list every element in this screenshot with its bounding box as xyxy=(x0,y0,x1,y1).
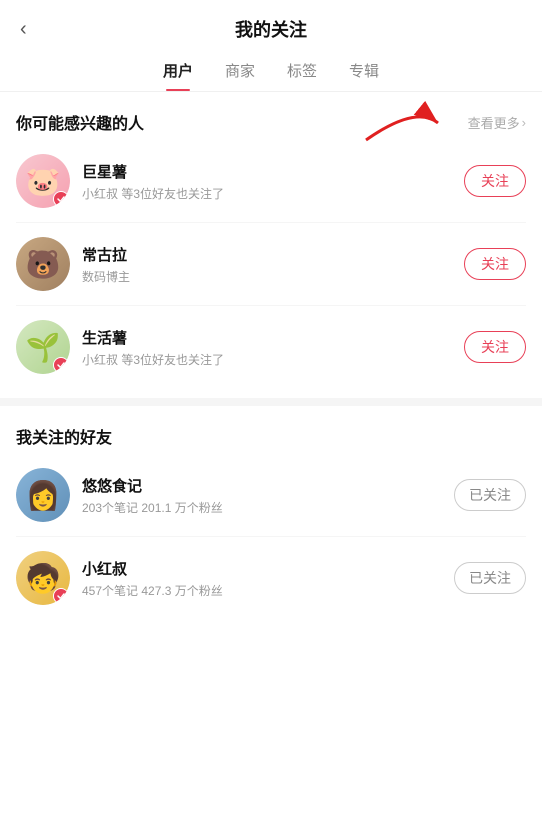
suggested-section-header: 你可能感兴趣的人 查看更多 › xyxy=(16,110,526,134)
tab-merchants[interactable]: 商家 xyxy=(225,60,255,91)
following-section-header: 我关注的好友 xyxy=(16,424,526,448)
header: ‹ 我的关注 xyxy=(0,0,542,52)
page-title: 我的关注 xyxy=(235,16,307,42)
suggested-section: 你可能感兴趣的人 查看更多 › 🐷 xyxy=(0,92,542,398)
verified-badge xyxy=(53,357,69,373)
see-more-button[interactable]: 查看更多 › xyxy=(468,113,526,132)
red-arrow-icon xyxy=(356,95,446,145)
followed-button[interactable]: 已关注 xyxy=(454,479,526,511)
tab-users[interactable]: 用户 xyxy=(163,60,193,91)
section-divider xyxy=(0,398,542,406)
avatar: 🐻 xyxy=(16,237,70,291)
user-info: 巨星薯 小红叔 等3位好友也关注了 xyxy=(82,161,464,202)
user-sub: 457个笔记 427.3 万个粉丝 xyxy=(82,582,454,599)
user-info: 悠悠食记 203个笔记 201.1 万个粉丝 xyxy=(82,475,454,516)
verified-badge xyxy=(53,191,69,207)
verified-badge xyxy=(53,588,69,604)
chevron-right-icon: › xyxy=(522,115,526,130)
avatar: 🧒 xyxy=(16,551,70,605)
user-sub: 小红叔 等3位好友也关注了 xyxy=(82,351,464,368)
following-user-item: 🧒 小红叔 457个笔记 427.3 万个粉丝 已关注 xyxy=(16,537,526,619)
following-section-title: 我关注的好友 xyxy=(16,424,112,448)
user-name: 生活薯 xyxy=(82,327,464,348)
follow-button[interactable]: 关注 xyxy=(464,165,526,197)
user-name: 常古拉 xyxy=(82,244,464,265)
suggested-user-item: 🐻 常古拉 数码博主 关注 xyxy=(16,223,526,306)
user-info: 常古拉 数码博主 xyxy=(82,244,464,285)
suggested-user-item: 🌱 生活薯 小红叔 等3位好友也关注了 关注 xyxy=(16,306,526,388)
user-name: 巨星薯 xyxy=(82,161,464,182)
user-sub: 203个笔记 201.1 万个粉丝 xyxy=(82,499,454,516)
user-name: 悠悠食记 xyxy=(82,475,454,496)
back-button[interactable]: ‹ xyxy=(20,18,27,41)
follow-button[interactable]: 关注 xyxy=(464,248,526,280)
follow-button[interactable]: 关注 xyxy=(464,331,526,363)
avatar: 🌱 xyxy=(16,320,70,374)
user-sub: 小红叔 等3位好友也关注了 xyxy=(82,185,464,202)
user-info: 小红叔 457个笔记 427.3 万个粉丝 xyxy=(82,558,454,599)
following-section: 我关注的好友 👩 悠悠食记 203个笔记 201.1 万个粉丝 已关注 🧒 小红… xyxy=(0,406,542,629)
avatar: 👩 xyxy=(16,468,70,522)
followed-button[interactable]: 已关注 xyxy=(454,562,526,594)
user-info: 生活薯 小红叔 等3位好友也关注了 xyxy=(82,327,464,368)
tab-bar: 用户 商家 标签 专辑 xyxy=(0,52,542,92)
suggested-section-title: 你可能感兴趣的人 xyxy=(16,110,144,134)
following-user-item: 👩 悠悠食记 203个笔记 201.1 万个粉丝 已关注 xyxy=(16,454,526,537)
tab-tags[interactable]: 标签 xyxy=(287,60,317,91)
suggested-user-item: 🐷 巨星薯 小红叔 等3位好友也关注了 关注 xyxy=(16,140,526,223)
user-name: 小红叔 xyxy=(82,558,454,579)
avatar: 🐷 xyxy=(16,154,70,208)
tab-albums[interactable]: 专辑 xyxy=(349,60,379,91)
user-sub: 数码博主 xyxy=(82,268,464,285)
